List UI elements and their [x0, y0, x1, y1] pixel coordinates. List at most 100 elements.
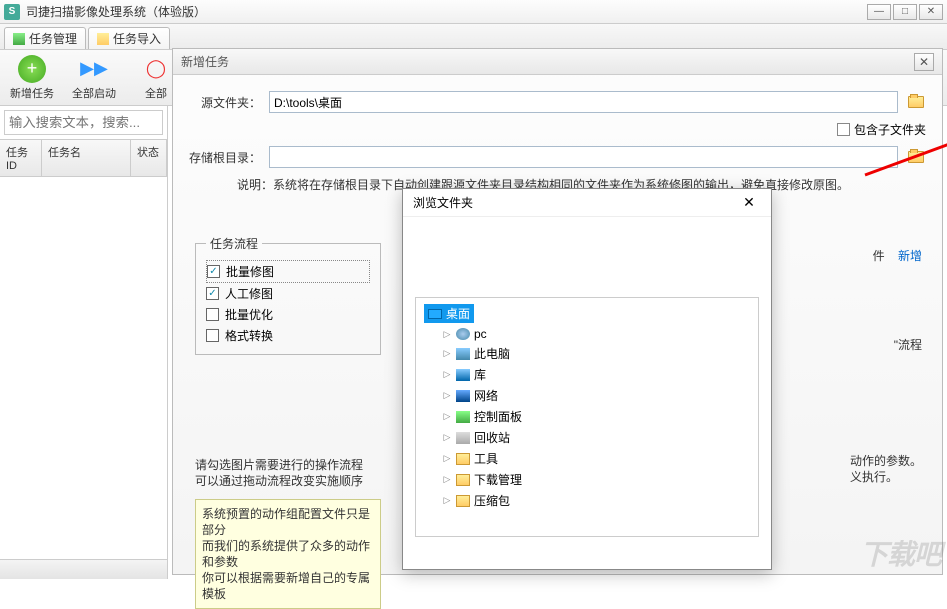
folder-icon: [456, 453, 470, 465]
dialog-close-button[interactable]: ✕: [737, 193, 761, 213]
flow-item[interactable]: 格式转换: [206, 325, 370, 346]
folder-open-icon: [908, 96, 924, 108]
left-pane: 任务ID 任务名 状态: [0, 106, 168, 579]
window-title: 司捷扫描影像处理系统（体验版）: [26, 3, 865, 20]
panel-header: 新增任务 ✕: [173, 49, 942, 75]
tree-item[interactable]: ▷库: [442, 364, 750, 385]
tip-box: 系统预置的动作组配置文件只是部分 而我们的系统提供了众多的动作和参数 你可以根据…: [195, 499, 381, 609]
flow-item[interactable]: 批量优化: [206, 304, 370, 325]
dialog-title: 浏览文件夹: [413, 194, 473, 211]
tree-item[interactable]: ▷ 工具: [442, 448, 750, 469]
expand-icon[interactable]: ▷: [442, 411, 452, 422]
close-button[interactable]: ✕: [919, 4, 943, 20]
tree-item-label: 回收站: [474, 429, 510, 446]
browse-store-button[interactable]: [906, 147, 926, 167]
checklist-icon: [13, 33, 25, 45]
minimize-button[interactable]: —: [867, 4, 891, 20]
pc-icon: [456, 348, 470, 360]
browse-source-button[interactable]: [906, 92, 926, 112]
flow-label: 人工修图: [225, 285, 273, 302]
tree-root-desktop[interactable]: 桌面: [424, 304, 474, 323]
source-folder-input[interactable]: [269, 91, 898, 113]
tree-item-label: 压缩包: [474, 492, 510, 509]
folder-icon: [456, 495, 470, 507]
store-root-input[interactable]: [269, 146, 898, 168]
task-table-header: 任务ID 任务名 状态: [0, 139, 167, 177]
folder-open-icon: [908, 151, 924, 163]
tip-line: 而我们的系统提供了众多的动作和参数: [202, 538, 374, 570]
right-text-params: 动作的参数。 义执行。: [850, 453, 922, 485]
right-text-flow: "流程: [894, 336, 922, 353]
tree-item-label: 此电脑: [474, 345, 510, 362]
task-list[interactable]: [0, 177, 167, 559]
cpl-icon: [456, 411, 470, 423]
folder-icon: [456, 474, 470, 486]
titlebar: S 司捷扫描影像处理系统（体验版） — □ ✕: [0, 0, 947, 24]
expand-icon[interactable]: ▷: [442, 329, 452, 340]
tab-label: 任务管理: [29, 30, 77, 47]
expand-icon[interactable]: ▷: [442, 495, 452, 506]
tree-item[interactable]: ▷ 回收站: [442, 427, 750, 448]
expand-icon[interactable]: ▷: [442, 474, 452, 485]
task-flows-group: 任务流程 ✓批量修图✓人工修图批量优化格式转换: [195, 235, 381, 355]
search-input[interactable]: [4, 110, 163, 135]
source-folder-label: 源文件夹：: [189, 94, 261, 111]
include-subfolders-label: 包含子文件夹: [854, 121, 926, 138]
hint-line: 可以通过拖动流程改变实施顺序: [195, 473, 381, 489]
flows-legend: 任务流程: [206, 235, 262, 252]
expand-icon[interactable]: ▷: [442, 432, 452, 443]
tab-task-manage[interactable]: 任务管理: [4, 27, 86, 49]
flow-item[interactable]: ✓批量修图: [206, 260, 370, 283]
expand-icon[interactable]: ▷: [442, 390, 452, 401]
tip-line: 系统预置的动作组配置文件只是部分: [202, 506, 374, 538]
expand-icon[interactable]: ▷: [442, 348, 452, 359]
status-bar: [0, 559, 167, 579]
tree-item[interactable]: ▷ 下载管理: [442, 469, 750, 490]
button-label: 全部: [145, 85, 167, 101]
button-label: 新增任务: [10, 85, 54, 101]
maximize-button[interactable]: □: [893, 4, 917, 20]
hint-line: 请勾选图片需要进行的操作流程: [195, 457, 381, 473]
include-subfolders-checkbox[interactable]: [837, 123, 850, 136]
button-label: 全部启动: [72, 85, 116, 101]
panel-close-button[interactable]: ✕: [914, 53, 934, 71]
tree-root-label: 桌面: [446, 305, 470, 322]
desktop-icon: [428, 309, 442, 319]
browse-folder-dialog: 浏览文件夹 ✕ 桌面 ▷pc▷此电脑▷库▷网络▷控制面板▷回收站▷工具▷下载管理…: [402, 188, 772, 570]
folder-tree[interactable]: 桌面 ▷pc▷此电脑▷库▷网络▷控制面板▷回收站▷工具▷下载管理▷压缩包: [415, 297, 759, 537]
flow-label: 批量优化: [225, 306, 273, 323]
checkbox-icon[interactable]: [206, 329, 219, 342]
col-task-name[interactable]: 任务名: [42, 140, 131, 176]
tree-item[interactable]: ▷ 压缩包: [442, 490, 750, 511]
flow-item[interactable]: ✓ 人工修图: [206, 283, 370, 304]
file-fragment: 件: [873, 249, 885, 263]
net-icon: [456, 390, 470, 402]
tree-item-label: 网络: [474, 387, 498, 404]
checkbox-icon[interactable]: ✓: [206, 287, 219, 300]
checkbox-icon[interactable]: ✓: [207, 265, 220, 278]
tab-task-import[interactable]: 任务导入: [88, 27, 170, 49]
tip-line: 你可以根据需要新增自己的专属模板: [202, 570, 374, 602]
store-root-label: 存储根目录：: [189, 149, 261, 166]
col-task-id[interactable]: 任务ID: [0, 140, 42, 176]
dialog-header: 浏览文件夹 ✕: [403, 189, 771, 217]
tree-item-label: 下载管理: [474, 471, 522, 488]
tree-item-label: 工具: [474, 450, 498, 467]
tree-item-label: 库: [474, 366, 486, 383]
checkbox-icon[interactable]: [206, 308, 219, 321]
start-all-button[interactable]: ▶▶ 全部启动: [70, 55, 118, 101]
note-prefix: 说明：: [237, 178, 273, 192]
new-link[interactable]: 新增: [898, 249, 922, 263]
tree-item[interactable]: ▷控制面板: [442, 406, 750, 427]
tree-item[interactable]: ▷ 此电脑: [442, 343, 750, 364]
col-status[interactable]: 状态: [131, 140, 167, 176]
right-links: 件 新增: [873, 247, 922, 264]
tree-item[interactable]: ▷pc: [442, 325, 750, 343]
new-task-button[interactable]: + 新增任务: [8, 55, 56, 101]
user-icon: [456, 328, 470, 340]
text-line: 义执行。: [850, 469, 922, 485]
import-icon: [97, 33, 109, 45]
expand-icon[interactable]: ▷: [442, 369, 452, 380]
expand-icon[interactable]: ▷: [442, 453, 452, 464]
tree-item[interactable]: ▷ 网络: [442, 385, 750, 406]
